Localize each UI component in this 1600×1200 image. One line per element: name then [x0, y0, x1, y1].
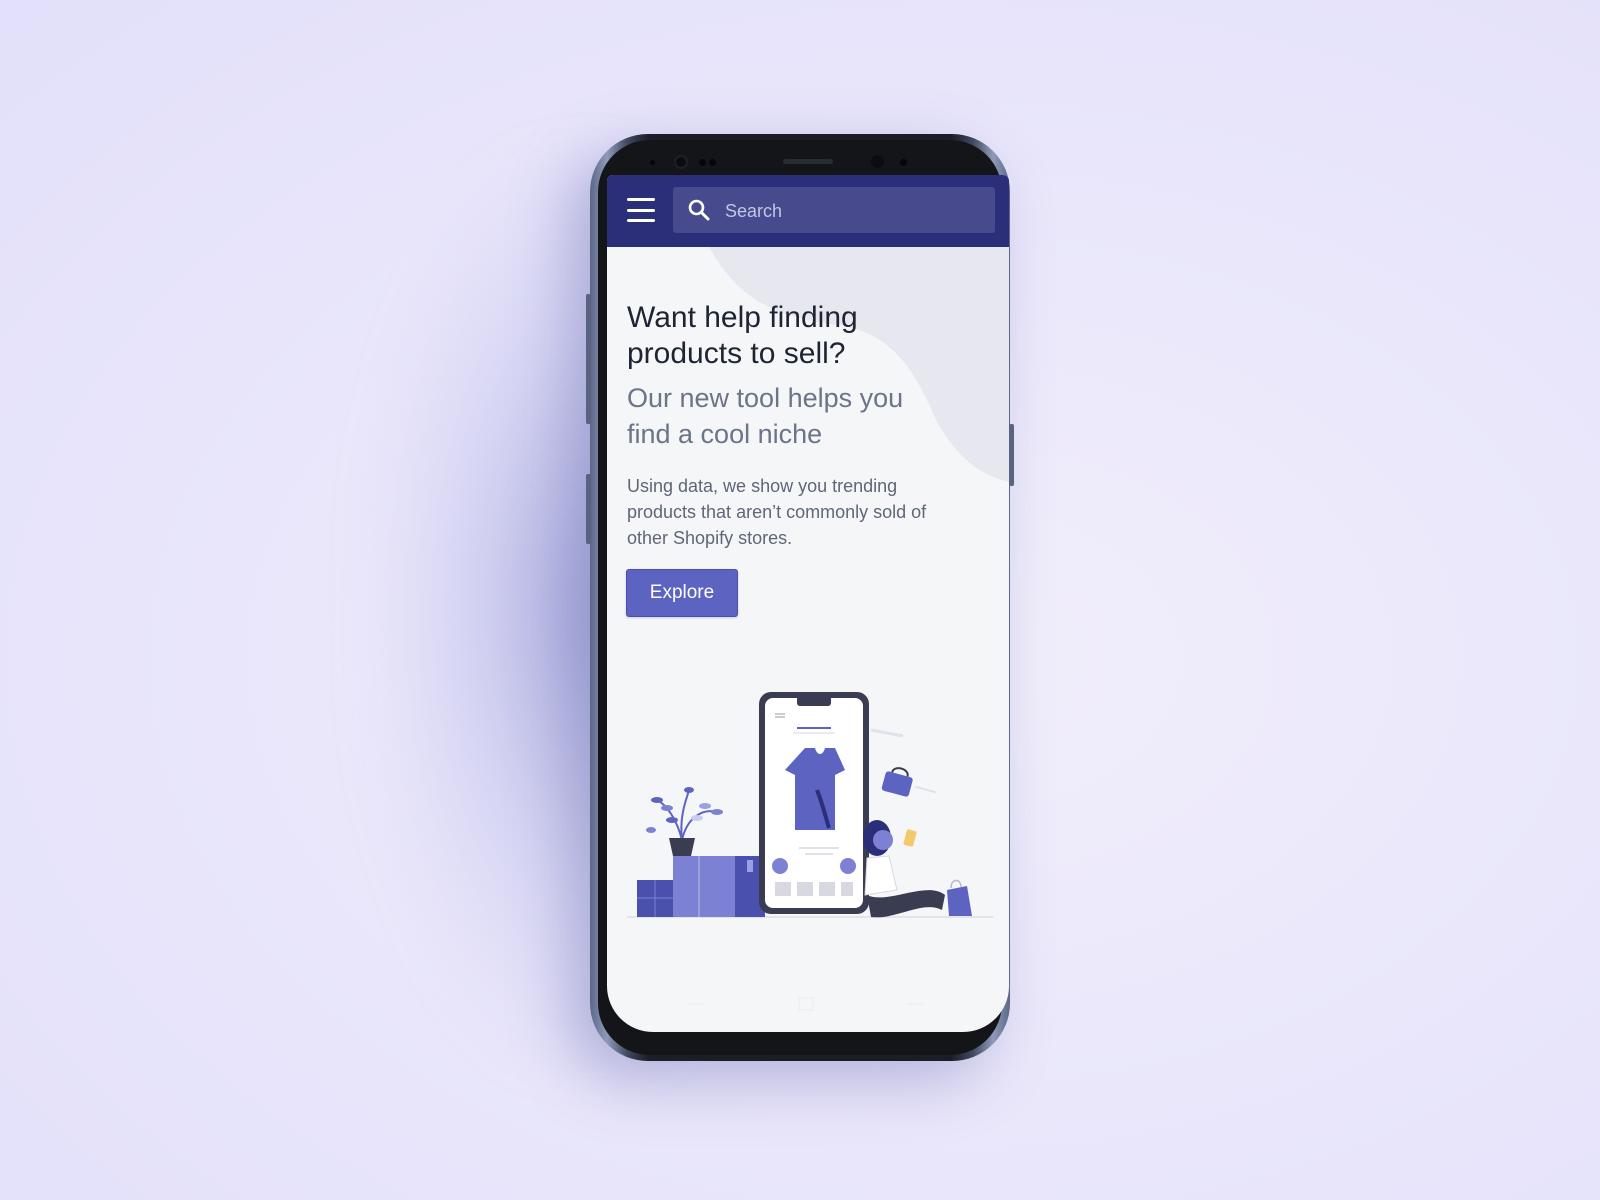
phone-device: Want help finding products to sell? Our … [586, 134, 1014, 1061]
menu-button[interactable] [627, 198, 655, 222]
plant-graphic [646, 787, 723, 856]
light-sensor [709, 159, 716, 166]
app-header [607, 175, 1009, 247]
search-input[interactable] [723, 187, 987, 235]
app-screen: Want help finding products to sell? Our … [607, 175, 1009, 1032]
navigation-bar [687, 997, 923, 1011]
hero-headline: Want help finding products to sell? [627, 301, 858, 370]
volume-down-button [586, 474, 591, 544]
hamburger-icon [627, 208, 655, 212]
person-graphic [863, 820, 972, 918]
front-camera [674, 155, 688, 169]
iris-camera [871, 155, 884, 168]
hamburger-icon [627, 219, 655, 222]
search-bar[interactable] [673, 187, 995, 235]
hamburger-icon [627, 198, 655, 201]
light-sensor [699, 159, 706, 166]
earpiece-speaker [783, 159, 833, 164]
phone-graphic [759, 692, 869, 914]
boxes-graphic [637, 856, 765, 917]
hero-description: Using data, we show you trending product… [627, 476, 927, 548]
explore-button[interactable]: Explore [626, 569, 738, 617]
proximity-sensor [650, 160, 655, 165]
power-button [1009, 424, 1014, 486]
wallet-graphic [881, 767, 937, 797]
iris-sensor [900, 159, 907, 166]
hero-subheadline: Our new tool helps you find a cool niche [627, 383, 904, 449]
phone-bezel: Want help finding products to sell? Our … [598, 140, 1009, 1055]
volume-up-button [586, 294, 591, 424]
search-icon [688, 199, 710, 221]
shopping-illustration [627, 692, 993, 918]
